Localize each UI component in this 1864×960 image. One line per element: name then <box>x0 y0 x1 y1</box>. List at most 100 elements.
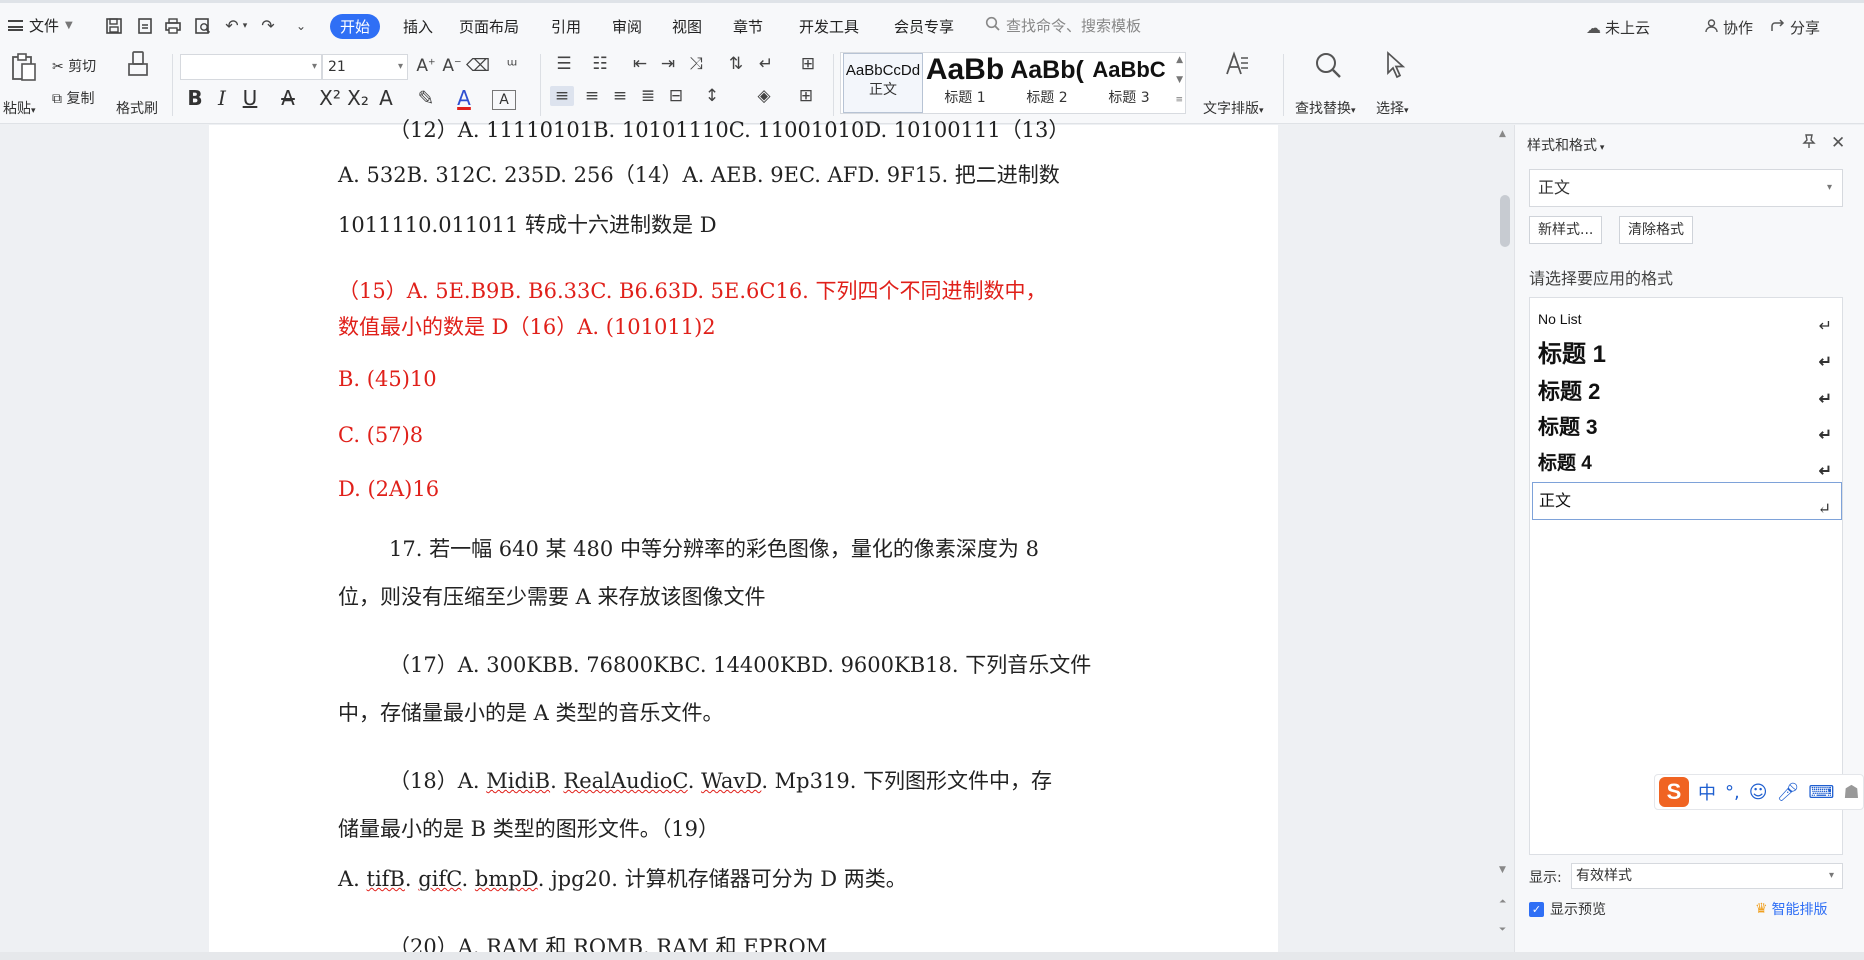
cloud-button[interactable]: ☁ 未上云 <box>1586 17 1650 38</box>
show-marks-icon[interactable]: ↵ <box>754 54 778 74</box>
format-painter-icon[interactable] <box>123 50 153 87</box>
scroll-down-icon[interactable]: ▼ <box>1499 865 1506 875</box>
text-layout-icon[interactable] <box>1222 50 1252 87</box>
justify-icon[interactable]: ≣ <box>636 86 660 106</box>
tab-member[interactable]: 会员专享 <box>884 14 964 39</box>
borders-icon[interactable]: ⊞ <box>794 86 818 106</box>
ruler-icon[interactable]: ⊞ <box>796 54 820 74</box>
select-button[interactable]: 选择▾ <box>1376 98 1409 118</box>
underline-icon[interactable]: U <box>238 86 262 110</box>
style-item-no-list[interactable]: No List ↵ <box>1532 302 1842 340</box>
find-replace-icon[interactable] <box>1312 50 1344 87</box>
tab-insert[interactable]: 插入 <box>393 14 443 39</box>
font-name-box[interactable]: ▾ <box>180 54 322 80</box>
bold-icon[interactable]: B <box>183 86 207 110</box>
smart-layout-button[interactable]: ♛ 智能排版 <box>1755 899 1828 919</box>
next-page-icon[interactable]: ⏷ <box>1499 925 1506 935</box>
keyboard-icon[interactable]: ⌨ <box>1808 782 1834 803</box>
style-tile-heading-1[interactable]: AaBb 标题 1 <box>925 53 1005 113</box>
highlight-icon[interactable]: ✎ <box>414 86 438 110</box>
font-color-icon[interactable]: A <box>452 86 476 110</box>
microphone-icon[interactable]: 🎤︎ <box>1777 782 1800 803</box>
style-tile-heading-2[interactable]: AaBb( 标题 2 <box>1007 53 1087 113</box>
distributed-icon[interactable]: ⊟ <box>664 86 688 106</box>
style-item-heading-3[interactable]: 标题 3 ↵ <box>1532 410 1842 448</box>
pin-icon[interactable] <box>1801 133 1817 154</box>
scroll-thumb[interactable] <box>1500 195 1510 247</box>
tab-developer[interactable]: 开发工具 <box>789 14 869 39</box>
document-page[interactable]: （12）A. 11110101B. 10101110C. 11001010D. … <box>209 118 1278 959</box>
file-menu[interactable]: 文件 ▼ <box>8 15 73 36</box>
undo-icon[interactable]: ↶ <box>222 17 242 35</box>
bullet-list-icon[interactable]: ☰ <box>552 54 576 74</box>
style-item-heading-2[interactable]: 标题 2 ↵ <box>1532 374 1842 412</box>
sort-icon[interactable]: ⇅ <box>724 54 748 74</box>
tab-references[interactable]: 引用 <box>541 14 591 39</box>
gallery-more-icon[interactable]: ≡ <box>1175 95 1183 105</box>
style-item-heading-4[interactable]: 标题 4 ↵ <box>1532 446 1842 484</box>
italic-icon[interactable]: I <box>210 86 234 110</box>
new-style-button[interactable]: 新样式... <box>1529 216 1603 244</box>
align-center-icon[interactable]: ≡ <box>580 86 604 106</box>
ime-lang-toggle[interactable]: 中 <box>1698 779 1716 805</box>
checkbox-checked-icon[interactable]: ✓ <box>1529 901 1544 917</box>
clear-format-icon[interactable]: ⌫ <box>466 56 490 76</box>
save-icon[interactable] <box>104 17 124 35</box>
show-select[interactable]: 有效样式 ▾ <box>1571 863 1843 889</box>
share-button[interactable]: 分享 <box>1770 17 1820 38</box>
redo-icon[interactable]: ↷ <box>258 17 278 35</box>
numbered-list-icon[interactable]: ☷ <box>588 54 612 74</box>
subscript-icon[interactable]: X₂ <box>346 86 370 110</box>
select-cursor-icon[interactable] <box>1380 50 1410 87</box>
tab-view[interactable]: 视图 <box>662 14 712 39</box>
superscript-icon[interactable]: X² <box>318 86 342 110</box>
tab-review[interactable]: 审阅 <box>602 14 652 39</box>
style-item-normal[interactable]: 正文 ↵ <box>1532 482 1842 520</box>
clear-format-button[interactable]: 清除格式 <box>1619 216 1693 244</box>
text-layout-button[interactable]: 文字排版▾ <box>1203 98 1264 118</box>
paste-button[interactable]: 粘贴▾ <box>3 98 36 118</box>
align-left-icon[interactable]: ≡ <box>550 86 574 106</box>
ime-punct-toggle[interactable]: °, <box>1725 782 1740 803</box>
font-size-box[interactable]: 21 ▾ <box>322 54 408 80</box>
text-direction-icon[interactable]: ⤨ <box>684 54 708 74</box>
undo-dropdown-icon[interactable]: ▾ <box>240 17 250 35</box>
collaborate-button[interactable]: 协作 <box>1704 17 1753 38</box>
tab-chapter[interactable]: 章节 <box>723 14 773 39</box>
style-tile-heading-3[interactable]: AaBbC 标题 3 <box>1089 53 1169 113</box>
gallery-up-icon[interactable]: ▲ <box>1176 55 1183 65</box>
shading-icon[interactable]: ◈ <box>752 86 776 106</box>
current-style-box[interactable]: 正文 ▾ <box>1529 169 1843 207</box>
style-item-heading-1[interactable]: 标题 1 ↵ <box>1532 336 1842 374</box>
line-spacing-icon[interactable]: ↕ <box>700 86 724 106</box>
prev-page-icon[interactable]: ⏶ <box>1499 897 1506 907</box>
customize-toolbar-icon[interactable]: ⌄ <box>291 17 311 35</box>
format-painter-button[interactable]: 格式刷 <box>116 98 158 118</box>
grow-font-icon[interactable]: A+ <box>414 56 438 76</box>
cut-button[interactable]: ✂ 剪切 <box>52 56 96 76</box>
close-icon[interactable]: ✕ <box>1831 133 1845 153</box>
phonetic-icon[interactable]: ᵚ <box>500 56 524 76</box>
skin-icon[interactable]: ☗ <box>1843 782 1859 803</box>
tab-page-layout[interactable]: 页面布局 <box>449 14 529 39</box>
strikethrough-icon[interactable]: A <box>276 86 300 110</box>
char-border-icon[interactable]: A <box>492 90 516 110</box>
command-search[interactable]: 查找命令、搜索模板 <box>985 15 1141 36</box>
scroll-up-icon[interactable]: ▲ <box>1499 129 1506 139</box>
sogou-logo-icon[interactable]: S <box>1659 777 1689 807</box>
copy-button[interactable]: ⧉ 复制 <box>52 88 94 108</box>
align-right-icon[interactable]: ≡ <box>608 86 632 106</box>
tab-home[interactable]: 开始 <box>330 14 381 39</box>
show-preview-toggle[interactable]: ✓ 显示预览 <box>1529 899 1606 919</box>
paste-icon[interactable] <box>8 52 40 89</box>
decrease-indent-icon[interactable]: ⇤ <box>628 54 652 74</box>
font-effect-icon[interactable]: A <box>374 86 398 110</box>
print-icon[interactable] <box>163 17 183 35</box>
gallery-down-icon[interactable]: ▼ <box>1176 75 1183 85</box>
emoji-icon[interactable]: ☺ <box>1749 782 1768 803</box>
style-tile-normal[interactable]: AaBbCcDd 正文 <box>843 53 923 113</box>
export-pdf-icon[interactable] <box>135 17 155 35</box>
shrink-font-icon[interactable]: A− <box>440 56 464 76</box>
pane-title[interactable]: 样式和格式 ▾ <box>1527 135 1604 155</box>
document-scrollbar[interactable]: ▲ ▼ ⏶ ⏷ <box>1496 125 1514 952</box>
